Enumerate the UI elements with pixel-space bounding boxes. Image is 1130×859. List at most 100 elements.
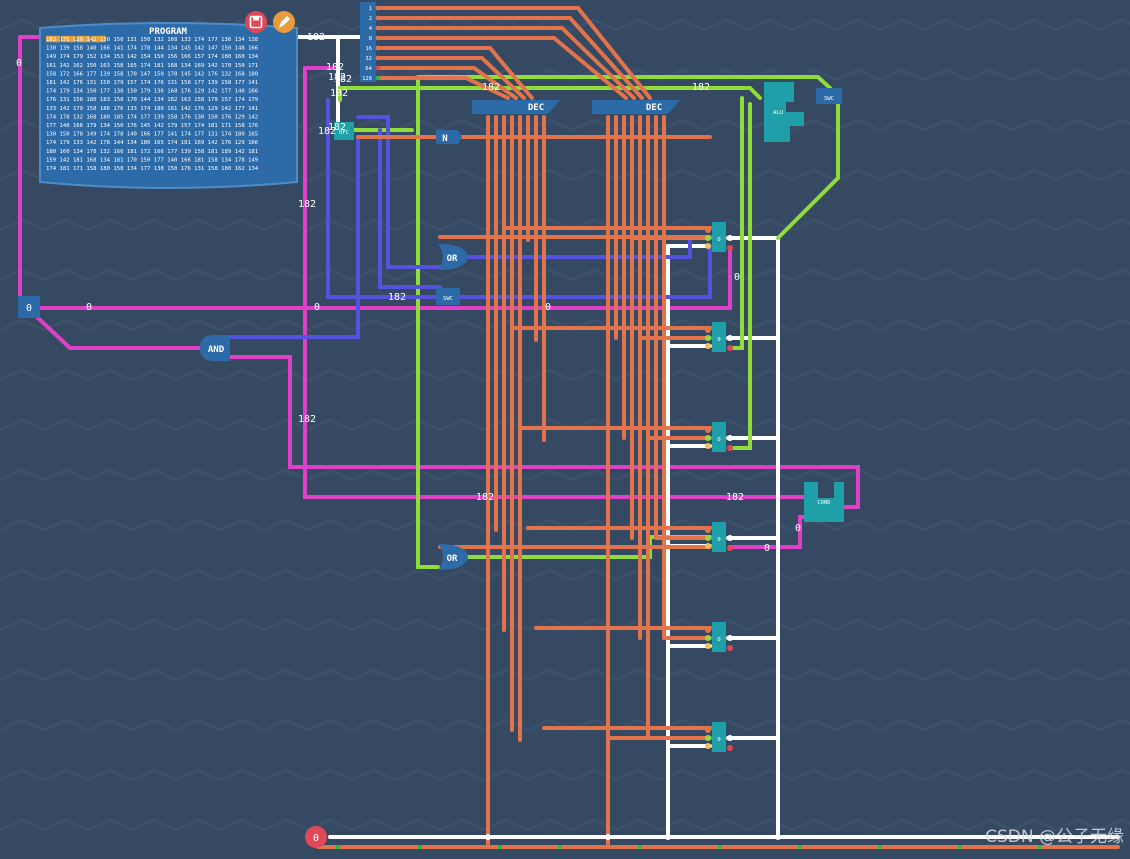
swc-top[interactable]: SWC [816,88,842,104]
circuit-diagram: PROGRAM 182 175 129 142 130 150 131 150 … [0,0,1130,855]
label-182-g: 182 [726,492,744,503]
register-pin[interactable] [705,727,711,733]
register-pin[interactable] [705,443,711,449]
bit-label: 2 [369,16,372,22]
register-pin[interactable] [705,635,711,641]
register-value: 0 [717,637,720,643]
register-pin[interactable] [727,245,733,251]
bit-pin[interactable] [375,55,381,61]
swc-mid-label: SWC [443,296,453,302]
register-pin[interactable] [705,343,711,349]
counter[interactable]: 0 [305,826,327,848]
register-value: 0 [717,737,720,743]
decoder-1[interactable]: DEC [472,100,560,114]
bit-pin[interactable] [375,25,381,31]
program-row: 182 175 129 142 130 150 131 150 132 168 … [46,37,259,43]
left-register[interactable]: 0 [18,296,40,318]
junction-dot [775,834,781,840]
bit-pin[interactable] [375,5,381,11]
register-value: 0 [717,537,720,543]
register-pin[interactable] [705,535,711,541]
register-pin[interactable] [705,427,711,433]
junction-dot [638,845,642,849]
decoder-2[interactable]: DEC [592,100,680,114]
label-small-c: 182 [328,122,346,133]
left-register-value: 0 [26,303,32,314]
register-value: 0 [717,237,720,243]
and-gate[interactable]: AND [200,335,230,361]
not-label: N [442,134,447,144]
register-pin[interactable] [727,445,733,451]
register-pin[interactable] [705,627,711,633]
label-zero-d: 0 [734,272,740,283]
junction-dot [958,845,962,849]
label-zero-left: 0 [16,58,22,69]
register-pin[interactable] [705,235,711,241]
label-prog: 182 [307,32,325,43]
circuit-canvas[interactable]: PROGRAM 182 175 129 142 130 150 131 150 … [0,0,1130,855]
program-row: 174 179 134 150 177 138 150 179 136 168 … [46,89,258,95]
bit-pin[interactable] [375,75,381,81]
register-pin[interactable] [705,335,711,341]
register-pin[interactable] [705,743,711,749]
save-button[interactable] [245,11,267,33]
program-row: 180 160 134 178 132 166 181 172 166 177 … [46,149,258,155]
register-pin[interactable] [727,535,733,541]
junction-dot [878,845,882,849]
edit-button[interactable] [273,11,295,33]
register-pin[interactable] [727,635,733,641]
register-pin[interactable] [705,243,711,249]
register-pin[interactable] [727,735,733,741]
register-pin[interactable] [705,227,711,233]
register-pin[interactable] [727,745,733,751]
counter-value: 0 [313,833,319,844]
label-182-b: 182 [692,82,710,93]
bit-pin[interactable] [375,65,381,71]
junction-dot [418,845,422,849]
label-zero-a: 0 [86,302,92,313]
program-panel[interactable]: PROGRAM 182 175 129 142 130 150 131 150 … [39,22,298,189]
program-row: 174 178 132 168 180 185 174 177 139 158 … [46,114,258,120]
register-pin[interactable] [705,527,711,533]
label-182-d: 182 [388,292,406,303]
label-182-f: 182 [476,492,494,503]
bit-label: 128 [362,76,372,82]
label-182-a: 182 [482,82,500,93]
program-row: 158 172 166 177 139 158 170 147 150 178 … [46,71,258,77]
label-zero-b: 0 [314,302,320,313]
register-pin[interactable] [727,335,733,341]
cond-label: COND [817,500,830,506]
register-pin[interactable] [705,543,711,549]
junction-dot [498,845,502,849]
register-pin[interactable] [727,545,733,551]
watermark: CSDN @公子无缘 [985,827,1124,847]
program-title: PROGRAM [149,27,188,37]
register-pin[interactable] [727,435,733,441]
register-pin[interactable] [705,327,711,333]
register-pin[interactable] [705,435,711,441]
register-pin[interactable] [705,735,711,741]
register-pin[interactable] [727,235,733,241]
register-pin[interactable] [727,345,733,351]
bit-pin[interactable] [375,35,381,41]
program-row: 130 139 158 140 166 141 174 178 144 134 … [46,46,258,52]
bit-pin[interactable] [375,45,381,51]
junction-dot [798,845,802,849]
alu-label: ALU [773,110,783,116]
program-row: 176 131 158 180 183 158 170 144 134 182 … [46,97,258,103]
swc-top-label: SWC [824,96,834,102]
label-small-d: 182 [334,74,352,85]
program-row: 130 150 178 149 174 178 140 166 177 141 … [46,132,258,138]
bit-pin[interactable] [375,15,381,21]
swc-mid[interactable]: SWC [436,288,460,305]
label-small-a: 182 [330,88,348,99]
not-gate[interactable]: N [436,130,462,144]
program-row: 174 179 133 142 178 144 134 180 165 174 … [46,140,258,146]
program-row: 177 140 166 179 134 150 176 145 142 179 … [46,123,258,129]
register-pin[interactable] [705,643,711,649]
register-value: 0 [717,437,720,443]
program-row: 159 142 181 168 134 181 170 150 177 140 … [46,157,258,163]
label-zero-c: 0 [545,302,551,313]
register-pin[interactable] [727,645,733,651]
label-zero-f: 0 [764,543,770,554]
